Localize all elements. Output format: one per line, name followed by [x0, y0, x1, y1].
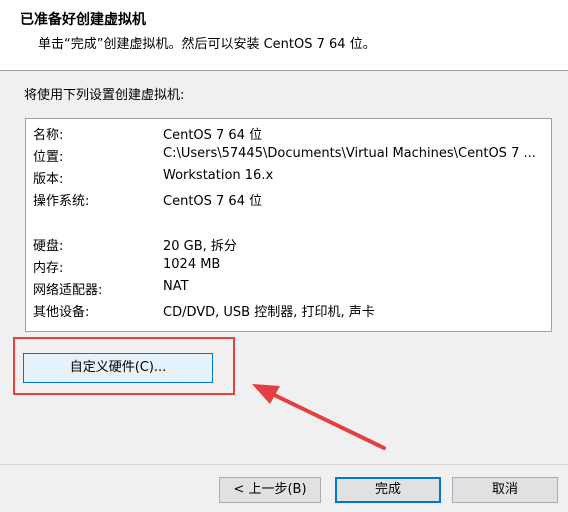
- wizard-subtitle: 单击“完成”创建虚拟机。然后可以安装 CentOS 7 64 位。: [38, 37, 376, 52]
- summary-key: 网络适配器:: [33, 283, 103, 298]
- summary-key: 名称:: [33, 128, 64, 143]
- summary-value: C:\Users\57445\Documents\Virtual Machine…: [163, 146, 536, 161]
- summary-row-network: 网络适配器: NAT: [26, 276, 551, 298]
- back-button[interactable]: < 上一步(B): [219, 477, 321, 503]
- summary-value: Workstation 16.x: [163, 168, 274, 183]
- customize-hardware-button[interactable]: 自定义硬件(C)...: [23, 353, 213, 383]
- summary-key: 内存:: [33, 261, 64, 276]
- summary-key: 版本:: [33, 172, 64, 187]
- cancel-button[interactable]: 取消: [452, 477, 558, 503]
- summary-value: NAT: [163, 279, 189, 294]
- annotation-arrow-icon: [252, 384, 386, 450]
- summary-key: 硬盘:: [33, 239, 64, 254]
- summary-row-devices: 其他设备: CD/DVD, USB 控制器, 打印机, 声卡: [26, 298, 551, 320]
- summary-key: 其他设备:: [33, 305, 90, 320]
- summary-key: 位置:: [33, 150, 64, 165]
- settings-section-label: 将使用下列设置创建虚拟机:: [24, 88, 185, 103]
- summary-value: CentOS 7 64 位: [163, 194, 263, 209]
- summary-row-memory: 内存: 1024 MB: [26, 254, 551, 276]
- summary-value: CentOS 7 64 位: [163, 128, 263, 143]
- summary-row-name: 名称: CentOS 7 64 位: [26, 121, 551, 143]
- settings-summary-box: 名称: CentOS 7 64 位 位置: C:\Users\57445\Doc…: [25, 118, 552, 332]
- footer-separator: [0, 464, 568, 465]
- summary-row-os: 操作系统: CentOS 7 64 位: [26, 187, 551, 209]
- wizard-header: 已准备好创建虚拟机 单击“完成”创建虚拟机。然后可以安装 CentOS 7 64…: [0, 0, 568, 71]
- summary-key: 操作系统:: [33, 194, 90, 209]
- summary-value: 20 GB, 拆分: [163, 239, 237, 254]
- wizard-title: 已准备好创建虚拟机: [20, 12, 146, 28]
- finish-button[interactable]: 完成: [335, 477, 441, 503]
- summary-value: 1024 MB: [163, 257, 221, 272]
- summary-row-location: 位置: C:\Users\57445\Documents\Virtual Mac…: [26, 143, 551, 165]
- summary-row-version: 版本: Workstation 16.x: [26, 165, 551, 187]
- summary-value: CD/DVD, USB 控制器, 打印机, 声卡: [163, 305, 375, 320]
- summary-row-disk: 硬盘: 20 GB, 拆分: [26, 232, 551, 254]
